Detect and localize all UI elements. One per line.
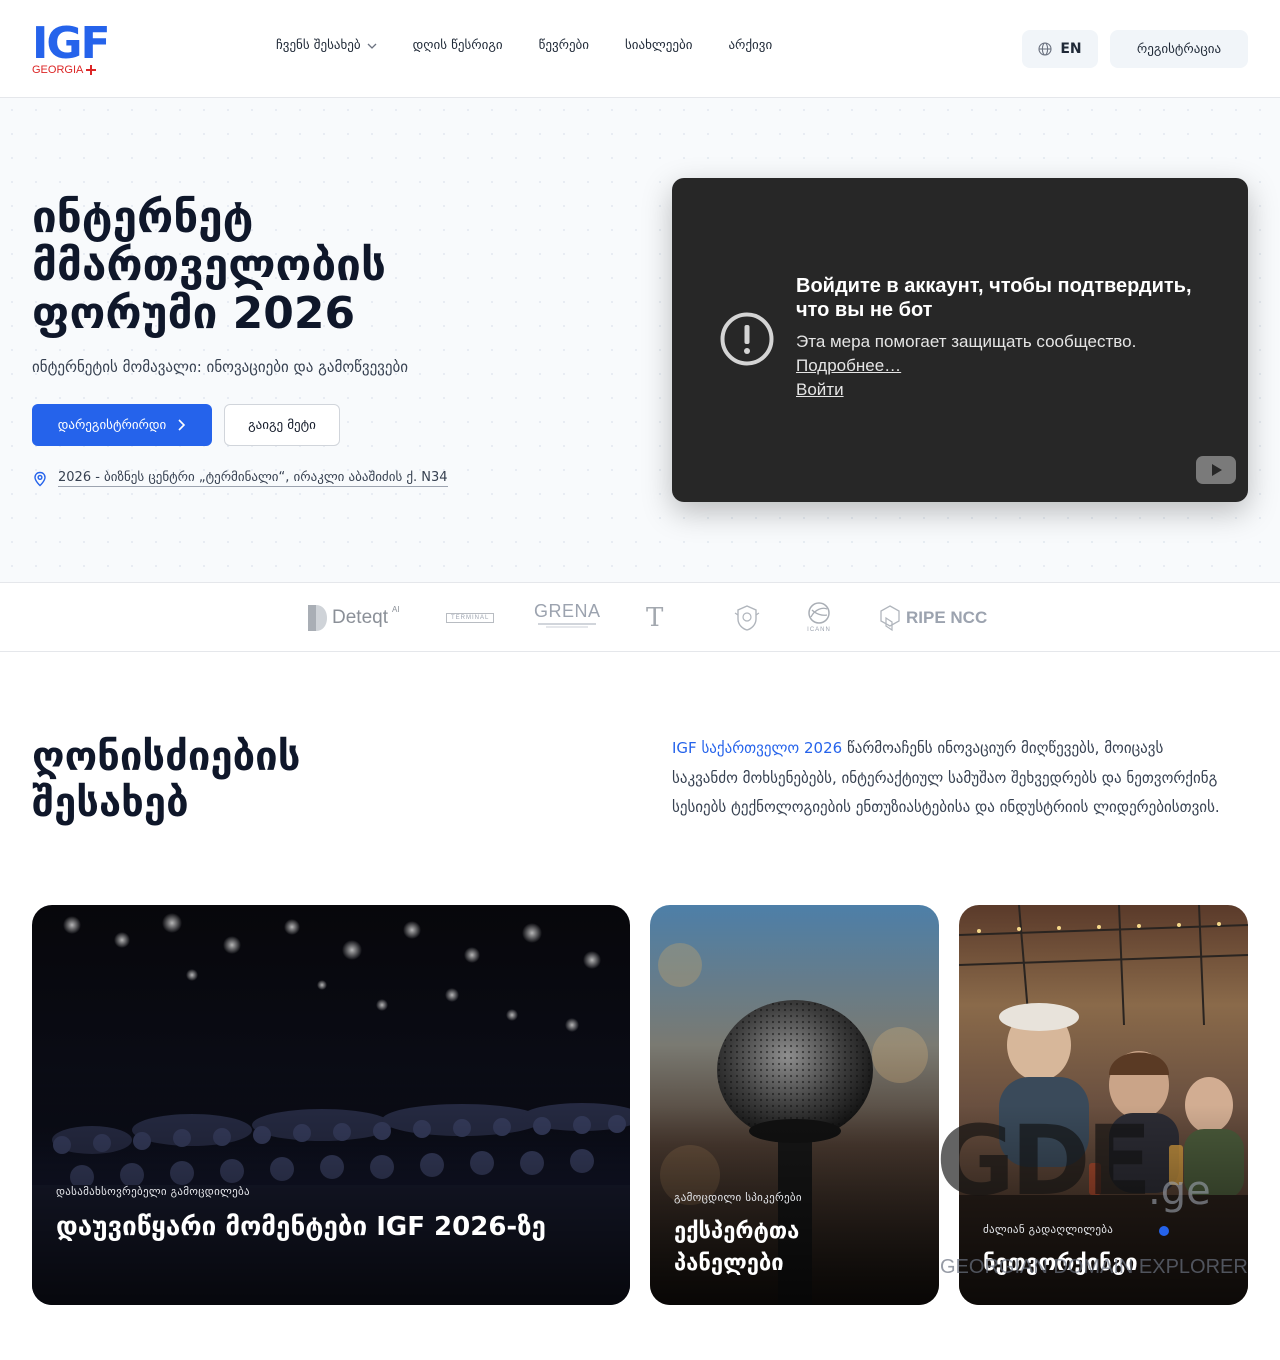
grena-subline xyxy=(538,623,597,625)
location-pin-icon xyxy=(34,471,46,486)
location-text: 2026 - ბიზნეს ცენტრი „ტერმინალი“, ირაკლი… xyxy=(58,470,448,487)
hero-section: ინტერნეტ მმართველობის ფორუმი 2026 ინტერნ… xyxy=(0,98,1280,582)
video-learn-more-link[interactable]: Подробнее… xyxy=(796,354,1216,378)
learn-more-label: გაიგე მეტი xyxy=(248,417,316,433)
partner-logo-coat-of-arms[interactable] xyxy=(732,601,762,635)
register-label: რეგისტრაცია xyxy=(1136,41,1222,57)
register-button-label: დარეგისტრირდი xyxy=(57,417,167,433)
nav-item-about[interactable]: ჩვენს შესახებ xyxy=(276,38,377,53)
georgian-cross-icon xyxy=(86,65,97,75)
partner-name: RIPE NCC xyxy=(906,608,988,627)
logo-subtext: GEORGIA xyxy=(32,64,102,76)
ripe-ncc-hex-icon xyxy=(880,605,900,632)
hero-title: ინტერნეტ მმართველობის ფორუმი 2026 xyxy=(32,194,552,338)
language-switch-button[interactable]: EN xyxy=(1022,30,1098,68)
about-title-line: შესახებ xyxy=(32,780,189,826)
learn-more-button[interactable]: გაიგე მეტი xyxy=(224,404,340,446)
site-header: IGF GEORGIA ჩვენს შესახებ დღის წესრიგი წ… xyxy=(0,0,1280,98)
video-message-body: Эта мера помогает защищать сообщество. xyxy=(796,332,1137,351)
partner-logo-ripe-ncc[interactable]: RIPE NCC xyxy=(878,601,987,635)
card-label: გამოცდილი სპიკერები xyxy=(674,1191,802,1204)
globe-icon xyxy=(1038,42,1052,56)
card-title: ნეთვორქინგი xyxy=(983,1251,1138,1276)
coat-of-arms-icon xyxy=(734,605,760,631)
nav-item-label: სიახლეები xyxy=(625,38,693,53)
chevron-right-icon xyxy=(178,419,186,431)
card-caption: დასამახსოვრებელი გამოცდილება დაუვიწყარი … xyxy=(56,1185,606,1244)
youtube-icon[interactable] xyxy=(1196,456,1236,484)
card-label: ძალიან გადაღლილება xyxy=(983,1223,1114,1236)
video-signin-link[interactable]: Войти xyxy=(796,378,1216,402)
hero-title-line: ინტერნეტ xyxy=(32,192,254,243)
nav-item-agenda[interactable]: დღის წესრიგი xyxy=(413,38,503,53)
partner-name: TERMINAL xyxy=(446,613,495,623)
nav-item-label: არქივი xyxy=(728,38,773,53)
partner-name: T xyxy=(646,603,664,633)
nav-item-news[interactable]: სიახლეები xyxy=(625,38,692,53)
card-label: დასამახსოვრებელი გამოცდილება xyxy=(56,1185,250,1198)
card-caption: გამოცდილი სპიკერები ექსპერტთა პანელები xyxy=(674,1191,915,1280)
partners-strip: Deteqt AI TERMINAL GRENA T ICANN RIPE NC… xyxy=(0,582,1280,652)
partner-logo-grena[interactable]: GRENA xyxy=(534,601,601,635)
card-caption: ძალიან გადაღლილება ნეთვორქინგი xyxy=(983,1223,1224,1280)
nav-item-label: წევრები xyxy=(538,38,590,53)
partner-name: GRENA xyxy=(534,601,601,621)
language-label: EN xyxy=(1060,41,1082,57)
deteqt-mark-icon xyxy=(308,605,327,631)
nav-item-label: დღის წესრიგი xyxy=(412,38,503,53)
partner-sup: AI xyxy=(391,605,400,614)
igf-georgia-logo[interactable]: IGF GEORGIA xyxy=(32,18,111,78)
about-accent: IGF საქართველო 2026 xyxy=(672,739,843,757)
alert-icon xyxy=(720,312,774,366)
card-title: ექსპერტთა პანელები xyxy=(674,1219,800,1276)
nav-item-members[interactable]: წევრები xyxy=(539,38,589,53)
partner-name: ICANN xyxy=(807,627,831,633)
nav-item-archive[interactable]: არქივი xyxy=(728,38,772,53)
event-location[interactable]: 2026 - ბიზნეს ცენტრი „ტერმინალი“, ირაკლი… xyxy=(32,470,448,487)
nav-item-label: ჩვენს შესახებ xyxy=(276,38,361,53)
about-title: ღონისძიების შესახებ xyxy=(32,734,492,826)
logo-text: IGF xyxy=(32,18,111,69)
card-memorable-moments[interactable]: დასამახსოვრებელი გამოცდილება დაუვიწყარი … xyxy=(32,905,630,1305)
about-title-line: ღონისძიების xyxy=(32,734,301,780)
video-message-title: Войдите в аккаунт, чтобы подтвердить, чт… xyxy=(796,275,1192,321)
card-expert-panels[interactable]: გამოცდილი სპიკერები ექსპერტთა პანელები xyxy=(650,905,939,1305)
card-networking[interactable]: ძალიან გადაღლილება ნეთვორქინგი xyxy=(959,905,1248,1305)
about-description: IGF საქართველო 2026 წარმოაჩენს ინოვაციურ… xyxy=(672,734,1232,823)
register-button[interactable]: დარეგისტრირდი xyxy=(32,404,212,446)
grena-subline xyxy=(546,626,589,628)
partner-logo-t[interactable]: T xyxy=(646,601,663,635)
partner-logo-deteqt[interactable]: Deteqt AI xyxy=(306,601,400,635)
hero-subtitle: ინტერნეტის მომავალი: ინოვაციები და გამოწ… xyxy=(32,358,409,376)
audience-photo xyxy=(32,905,630,1305)
hero-title-line: ფორუმი 2026 xyxy=(32,288,356,339)
card-title: დაუვიწყარი მომენტები IGF 2026-ზე xyxy=(56,1212,546,1242)
hero-title-line: მმართველობის xyxy=(32,240,386,291)
logo-sub: GEORGIA xyxy=(32,64,84,76)
main-nav: ჩვენს შესახებ დღის წესრიგი წევრები სიახლ… xyxy=(276,38,772,53)
icann-globe-icon xyxy=(808,602,830,624)
partner-logo-terminal[interactable]: TERMINAL xyxy=(446,601,495,635)
video-message: Войдите в аккаунт, чтобы подтвердить, чт… xyxy=(796,274,1216,402)
partner-name: Deteqt xyxy=(332,607,388,628)
partner-logo-icann[interactable]: ICANN xyxy=(806,601,832,635)
embedded-video[interactable]: Войдите в аккаунт, чтобы подтвердить, чт… xyxy=(672,178,1248,502)
chevron-down-icon xyxy=(367,43,377,49)
register-header-button[interactable]: რეგისტრაცია xyxy=(1110,30,1248,68)
